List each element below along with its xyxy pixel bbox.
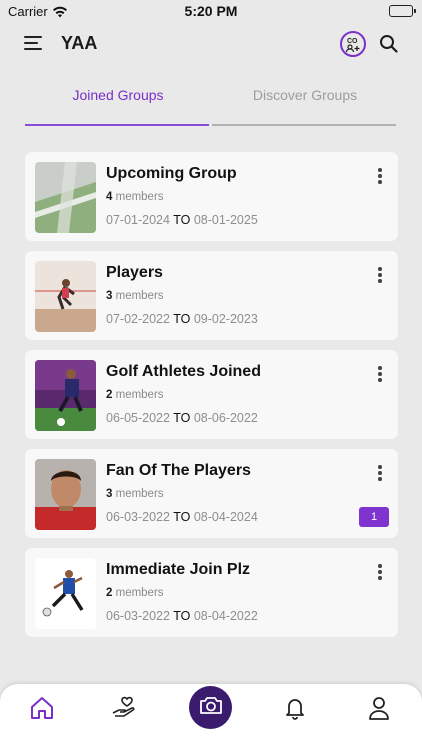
profile-icon[interactable]	[363, 692, 395, 724]
tab-joined-groups[interactable]: Joined Groups	[25, 78, 211, 126]
status-bar: Carrier 5:20 PM	[0, 0, 422, 24]
group-thumbnail	[35, 360, 96, 431]
group-name: Fan Of The Players	[106, 462, 251, 479]
group-card[interactable]: Immediate Join Plz 2 members 06-03-2022 …	[25, 548, 398, 637]
group-name: Players	[106, 264, 163, 281]
hand-heart-icon[interactable]	[110, 692, 142, 724]
camera-button[interactable]	[189, 686, 232, 729]
group-thumbnail	[35, 162, 96, 233]
group-name: Upcoming Group	[106, 165, 237, 182]
group-dates: 06-03-2022 TO 08-04-2024	[106, 510, 258, 524]
group-name: Immediate Join Plz	[106, 561, 251, 578]
bottom-tab-bar	[0, 684, 422, 750]
more-options-icon[interactable]	[377, 267, 383, 283]
unread-badge: 1	[359, 507, 389, 527]
add-group-icon[interactable]: CO	[340, 31, 366, 57]
tab-discover-groups-label: Discover Groups	[252, 87, 358, 103]
group-members: 2 members	[106, 389, 164, 401]
group-dates: 07-01-2024 TO 08-01-2025	[106, 213, 258, 227]
more-options-icon[interactable]	[377, 366, 383, 382]
group-members: 3 members	[106, 488, 164, 500]
group-list: Upcoming Group 4 members 07-01-2024 TO 0…	[25, 152, 398, 647]
more-options-icon[interactable]	[377, 168, 383, 184]
group-thumbnail	[35, 261, 96, 332]
battery-icon	[389, 5, 416, 17]
group-dates: 06-03-2022 TO 08-04-2022	[106, 609, 258, 623]
tab-joined-underline	[25, 124, 209, 126]
tab-discover-groups[interactable]: Discover Groups	[212, 78, 398, 126]
group-card[interactable]: Players 3 members 07-02-2022 TO 09-02-20…	[25, 251, 398, 340]
top-nav: YAA CO	[0, 28, 422, 60]
more-options-icon[interactable]	[377, 564, 383, 580]
app-title: YAA	[61, 33, 98, 53]
home-icon[interactable]	[26, 692, 58, 724]
group-thumbnail	[35, 558, 96, 629]
more-options-icon[interactable]	[377, 465, 383, 481]
search-icon[interactable]	[379, 34, 399, 54]
group-dates: 07-02-2022 TO 09-02-2023	[106, 312, 258, 326]
group-thumbnail	[35, 459, 96, 530]
group-members: 4 members	[106, 191, 164, 203]
menu-icon[interactable]	[24, 36, 42, 52]
add-group-icon-text: CO	[347, 38, 358, 45]
bell-icon[interactable]	[279, 692, 311, 724]
group-tabs: Joined Groups Discover Groups	[25, 78, 397, 126]
group-card[interactable]: Golf Athletes Joined 2 members 06-05-202…	[25, 350, 398, 439]
status-time: 5:20 PM	[184, 3, 238, 19]
camera-icon	[199, 695, 223, 720]
group-members: 3 members	[106, 290, 164, 302]
tab-discover-underline	[212, 124, 396, 126]
group-members: 2 members	[106, 587, 164, 599]
group-name: Golf Athletes Joined	[106, 363, 261, 380]
group-dates: 06-05-2022 TO 08-06-2022	[106, 411, 258, 425]
group-card[interactable]: Upcoming Group 4 members 07-01-2024 TO 0…	[25, 152, 398, 241]
group-card[interactable]: Fan Of The Players 3 members 06-03-2022 …	[25, 449, 398, 538]
tab-joined-groups-label: Joined Groups	[72, 87, 164, 103]
